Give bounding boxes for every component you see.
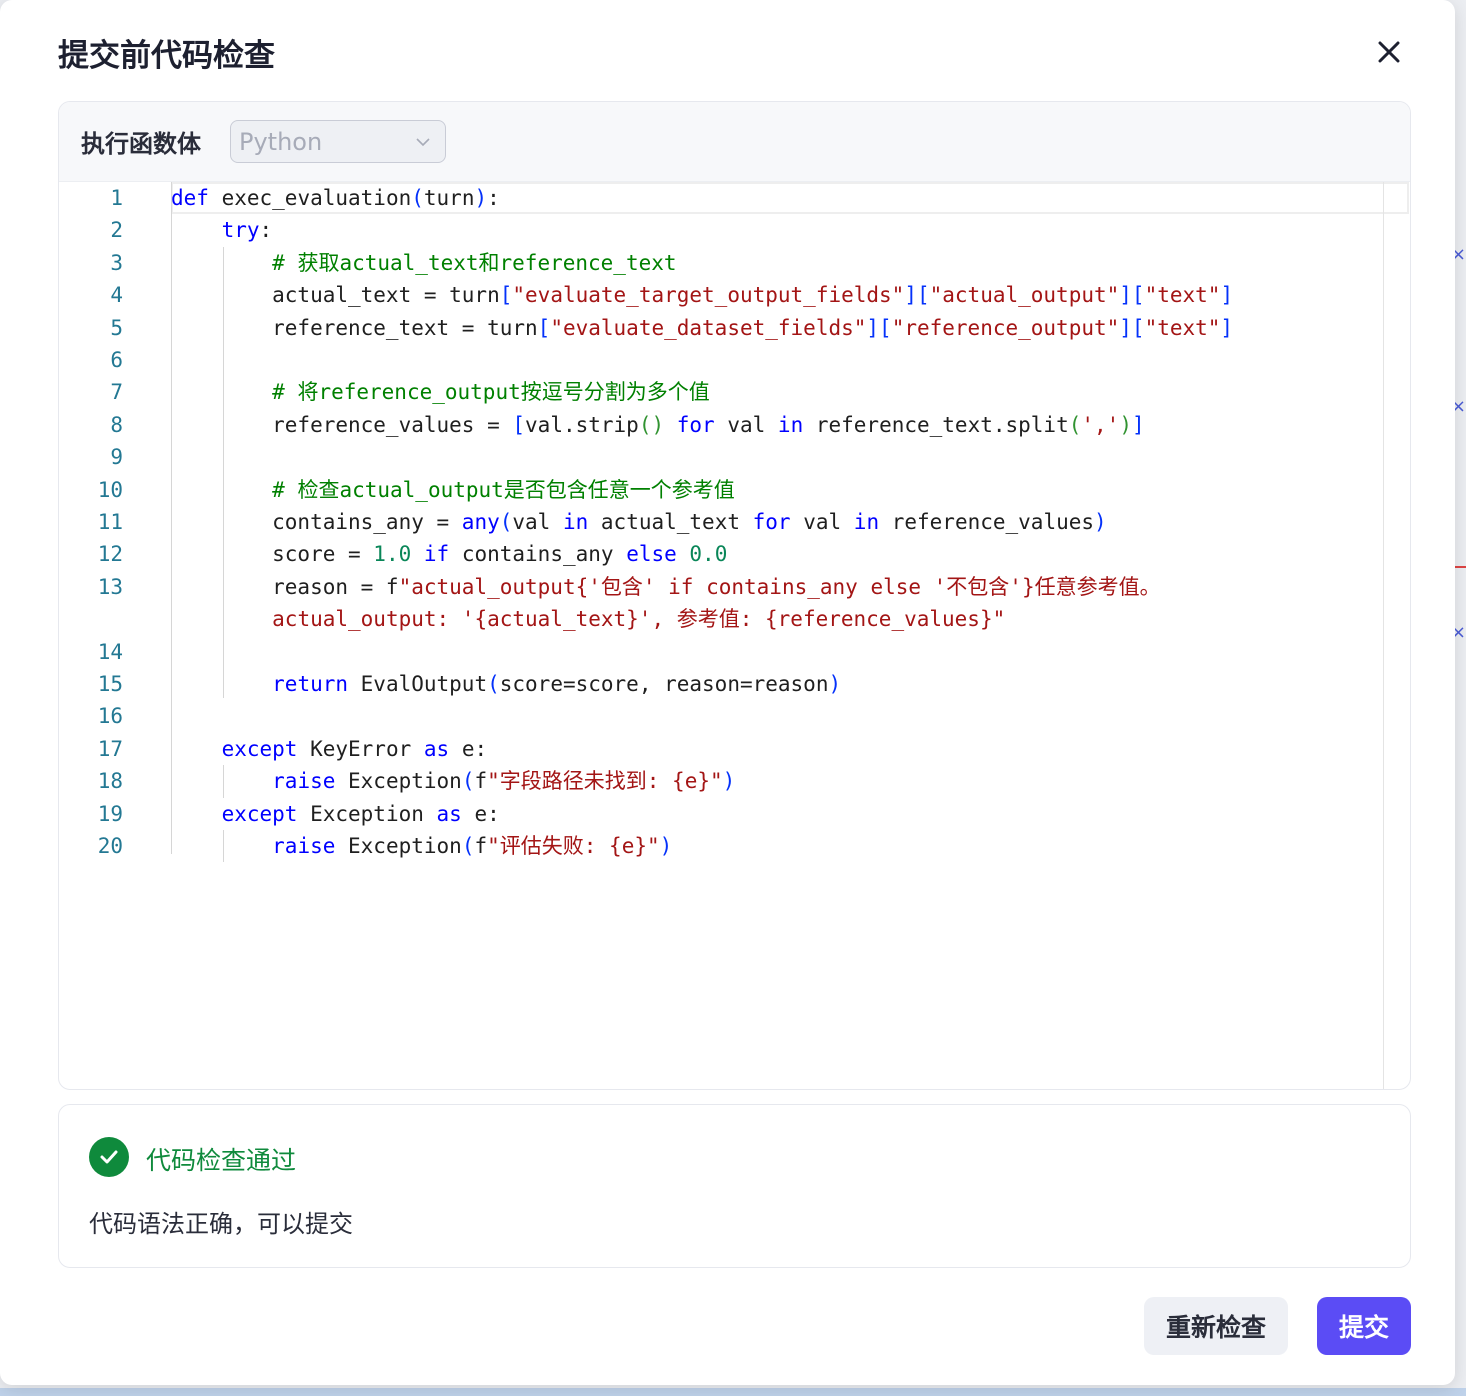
code-line: contains_any = any(val in actual_text fo…	[171, 510, 1107, 534]
editor-label: 执行函数体	[81, 130, 201, 158]
code-line: # 获取actual_text和reference_text	[272, 250, 677, 275]
dialog-title: 提交前代码检查	[58, 38, 275, 74]
code-line: return EvalOutput(score=score, reason=re…	[272, 672, 842, 696]
code-line: reference_values = [val.strip() for val …	[171, 412, 1145, 437]
line-number: 4	[110, 283, 123, 308]
line-number: 2	[110, 218, 123, 243]
code-line: actual_text = turn["evaluate_target_outp…	[171, 283, 1234, 308]
language-value: Python	[239, 127, 323, 156]
code-line: # 将reference_output按逗号分割为多个值	[272, 380, 710, 405]
close-button[interactable]	[1370, 33, 1408, 71]
code-line: def exec_evaluation(turn):	[171, 186, 500, 210]
line-number: 16	[97, 704, 123, 729]
line-number: 7	[110, 380, 123, 405]
code-line: actual_output: '{actual_text}', 参考值: {re…	[272, 607, 1006, 632]
line-number: 6	[110, 348, 123, 372]
line-number: 14	[97, 639, 123, 664]
backdrop-strip	[0, 1388, 1466, 1396]
line-number: 11	[97, 510, 123, 534]
line-number: 12	[97, 542, 123, 567]
result-title: 代码检查通过	[146, 1146, 297, 1175]
indent-guide	[171, 182, 172, 855]
indent-guide	[223, 830, 224, 863]
code-line: raise Exception(f"评估失败: {e}")	[272, 834, 673, 858]
line-number: 15	[97, 672, 123, 696]
line-number: 8	[110, 412, 123, 437]
recheck-button[interactable]: 重新检查	[1144, 1297, 1288, 1355]
line-number: 13	[97, 574, 123, 599]
code-editor-card: 执行函数体 Python 1 def exec_evaluation(turn):…	[58, 101, 1411, 1090]
code-line: try:	[221, 218, 273, 243]
line-number: 17	[97, 736, 123, 761]
code-line: raise Exception(f"字段路径未找到: {e}")	[272, 769, 736, 794]
code-line: # 检查actual_output是否包含任意一个参考值	[272, 477, 735, 502]
code-line: except KeyError as e:	[221, 736, 488, 761]
line-number: 9	[110, 445, 123, 470]
editor-scroll-rule	[1383, 182, 1384, 1089]
code-line: score = 1.0 if contains_any else 0.0	[171, 542, 728, 567]
line-number: 10	[97, 477, 123, 502]
code-line: reference_text = turn["evaluate_dataset_…	[171, 315, 1234, 340]
submit-button[interactable]: 提交	[1317, 1297, 1411, 1355]
close-icon	[1378, 41, 1400, 63]
chevron-down-icon	[416, 137, 430, 146]
code-check-dialog: 提交前代码检查 执行函数体 Python 1 def exec_evaluatio…	[0, 0, 1455, 1385]
code-line: except Exception as e:	[221, 801, 500, 826]
line-number: 20	[97, 834, 123, 858]
line-number: 5	[110, 315, 123, 340]
code-line: reason = f"actual_output{'包含' if contain…	[171, 574, 1161, 599]
check-result-card: 代码检查通过 代码语法正确，可以提交	[58, 1104, 1411, 1268]
code-area[interactable]: 1 def exec_evaluation(turn): 2 try: 3 # 获取a…	[59, 182, 1410, 1089]
check-circle-icon	[89, 1137, 129, 1177]
language-select[interactable]: Python	[230, 120, 446, 163]
line-number: 18	[97, 769, 123, 794]
line-number: 3	[110, 250, 123, 275]
line-number: 19	[97, 801, 123, 826]
editor-header: 执行函数体 Python	[59, 102, 1410, 182]
line-number: 1	[110, 186, 123, 210]
indent-guide	[223, 246, 224, 699]
result-description: 代码语法正确，可以提交	[89, 1210, 353, 1238]
indent-guide	[223, 765, 224, 798]
line-number	[59, 603, 123, 635]
backdrop-divider	[1454, 566, 1466, 568]
